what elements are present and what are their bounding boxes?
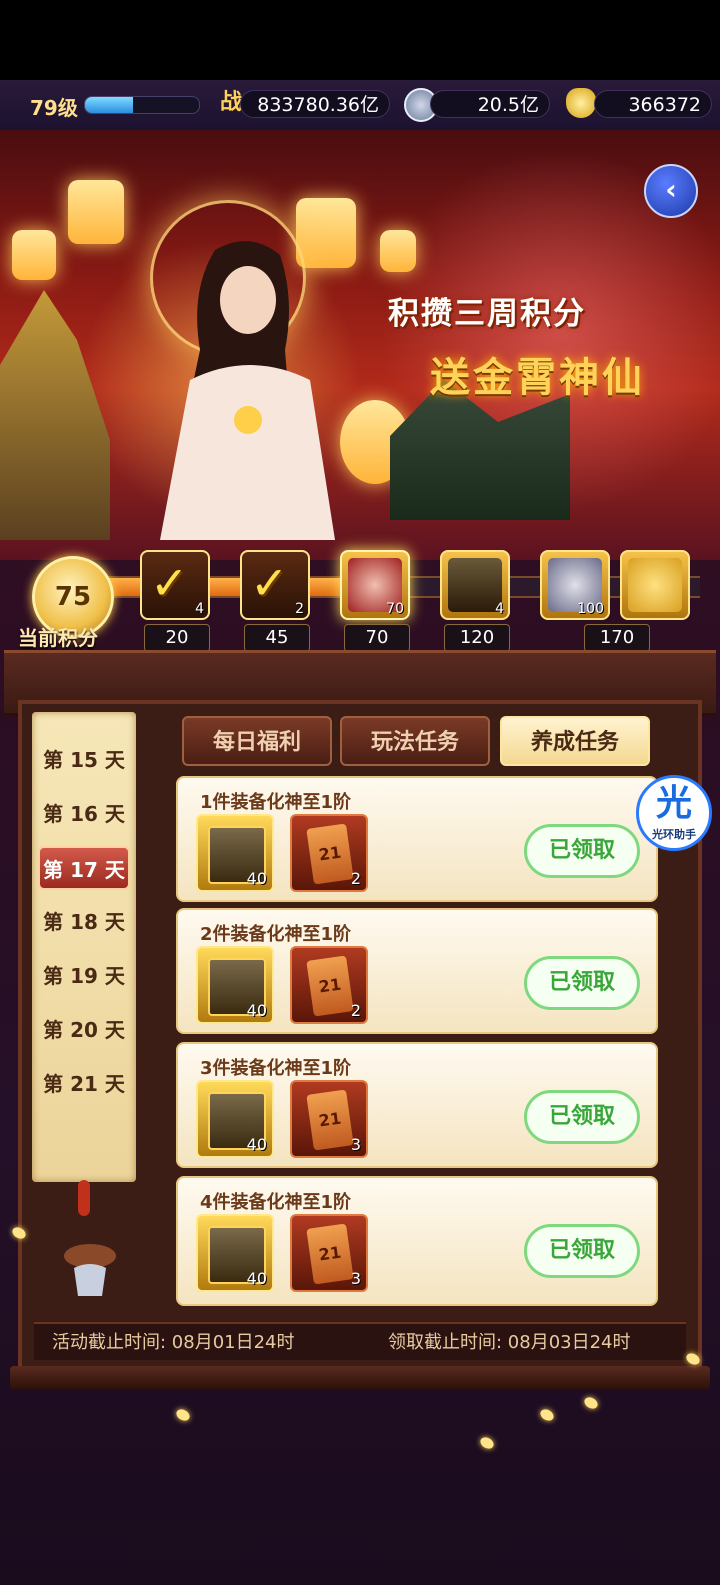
milestone-score: 170 [584,624,650,652]
sky-lantern [380,230,416,272]
tab-daily-welfare[interactable]: 每日福利 [182,716,332,766]
item-count: 40 [246,869,267,888]
milestone-score: 20 [144,624,210,652]
milestone-reward-4[interactable]: 4 [440,550,510,620]
item-count: 40 [246,1001,267,1020]
xp-bar [84,96,200,114]
milestone-reward-2[interactable]: ✓ 2 [240,550,310,620]
current-points-label: 当前积分 [18,626,98,650]
milestone-score: 45 [244,624,310,652]
task-title: 2件装备化神至1阶 [200,924,352,945]
reward-chest-item[interactable]: 40 [196,946,274,1024]
activity-deadline: 活动截止时间: 08月01日24时 [52,1332,295,1353]
item-count: 2 [350,869,361,888]
task-card: 2件装备化神至1阶 40 21 2 已领取 [176,908,658,1034]
gold-value: 366372 [594,90,712,118]
milestone-count: 70 [386,601,404,617]
reward-ticket-item[interactable]: 21 2 [290,814,368,892]
treasure-chest-icon [448,558,502,612]
panel-base [10,1366,710,1390]
milestone-reward-1[interactable]: ✓ 4 [140,550,210,620]
milestone-reward-6[interactable] [620,550,690,620]
item-count: 2 [350,1001,361,1020]
day-tab-15[interactable]: 第 15 天 [38,738,130,782]
claim-deadline: 领取截止时间: 08月03日24时 [388,1332,631,1353]
day-tab-18[interactable]: 第 18 天 [38,900,130,944]
day-tab-21[interactable]: 第 21 天 [38,1062,130,1106]
claimed-button[interactable]: 已领取 [524,1090,640,1144]
assistant-float-button[interactable]: 光 光环助手 [636,775,712,851]
gold-ingot-icon[interactable] [566,88,596,118]
milestone-score: 120 [444,624,510,652]
scroll-tassel [78,1180,90,1216]
reward-ticket-item[interactable]: 21 2 [290,946,368,1024]
day-tab-19[interactable]: 第 19 天 [38,954,130,998]
task-title: 1件装备化神至1阶 [200,792,352,813]
item-count: 3 [350,1269,361,1288]
bonsai-pot-decoration [64,1244,116,1296]
claimed-button[interactable]: 已领取 [524,824,640,878]
item-count: 40 [246,1135,267,1154]
claimed-button[interactable]: 已领取 [524,1224,640,1278]
milestone-reward-3[interactable]: 70 [340,550,410,620]
goddess-character [160,241,335,540]
xp-fill [85,97,133,113]
milestone-count: 100 [577,601,604,617]
task-card: 1件装备化神至1阶 40 21 2 已领取 [176,776,658,902]
sky-lantern [12,230,56,280]
reward-ticket-item[interactable]: 21 3 [290,1080,368,1158]
reward-chest-item[interactable]: 40 [196,1080,274,1158]
silver-value: 20.5亿 [430,90,550,118]
task-title: 3件装备化神至1阶 [200,1058,352,1079]
day-tab-16[interactable]: 第 16 天 [38,792,130,836]
milestone-score: 70 [344,624,410,652]
player-level: 79级 [30,96,78,120]
power-value: 833780.36亿 [240,90,390,118]
banner-slogan-line2: 送金霄神仙 [430,355,645,401]
back-button[interactable]: ‹ [644,164,698,218]
claimed-button[interactable]: 已领取 [524,956,640,1010]
reward-chest-item[interactable]: 40 [196,814,274,892]
task-title: 4件装备化神至1阶 [200,1192,352,1213]
day-tab-20[interactable]: 第 20 天 [38,1008,130,1052]
item-count: 40 [246,1269,267,1288]
sky-lantern [68,180,124,244]
day-list [32,712,136,1182]
reward-chest-item[interactable]: 40 [196,1214,274,1292]
banner-slogan-line1: 积攒三周积分 [388,296,586,332]
milestone-count: 4 [195,601,204,617]
task-card: 4件装备化神至1阶 40 21 3 已领取 [176,1176,658,1306]
claimed-check-icon: ✓ [250,556,289,610]
ticket-icon: 21 [306,1223,354,1285]
ticket-icon: 21 [306,1089,354,1151]
bear-balloon-icon [628,558,682,612]
tab-gameplay-tasks[interactable]: 玩法任务 [340,716,490,766]
day-tab-17[interactable]: 第 17 天 [38,846,130,890]
assistant-logo-icon: 光 [655,783,692,824]
milestone-count: 4 [495,601,504,617]
task-card: 3件装备化神至1阶 40 21 3 已领取 [176,1042,658,1168]
ticket-icon: 21 [306,823,354,885]
milestone-reward-5[interactable]: 100 [540,550,610,620]
ticket-icon: 21 [306,955,354,1017]
item-count: 3 [350,1135,361,1154]
reward-ticket-item[interactable]: 21 3 [290,1214,368,1292]
mountain-scenery [0,290,110,540]
claimed-check-icon: ✓ [150,556,189,610]
tab-cultivation-tasks[interactable]: 养成任务 [500,716,650,766]
milestone-count: 2 [295,601,304,617]
assistant-label: 光环助手 [652,828,696,841]
screen-top [0,0,720,80]
